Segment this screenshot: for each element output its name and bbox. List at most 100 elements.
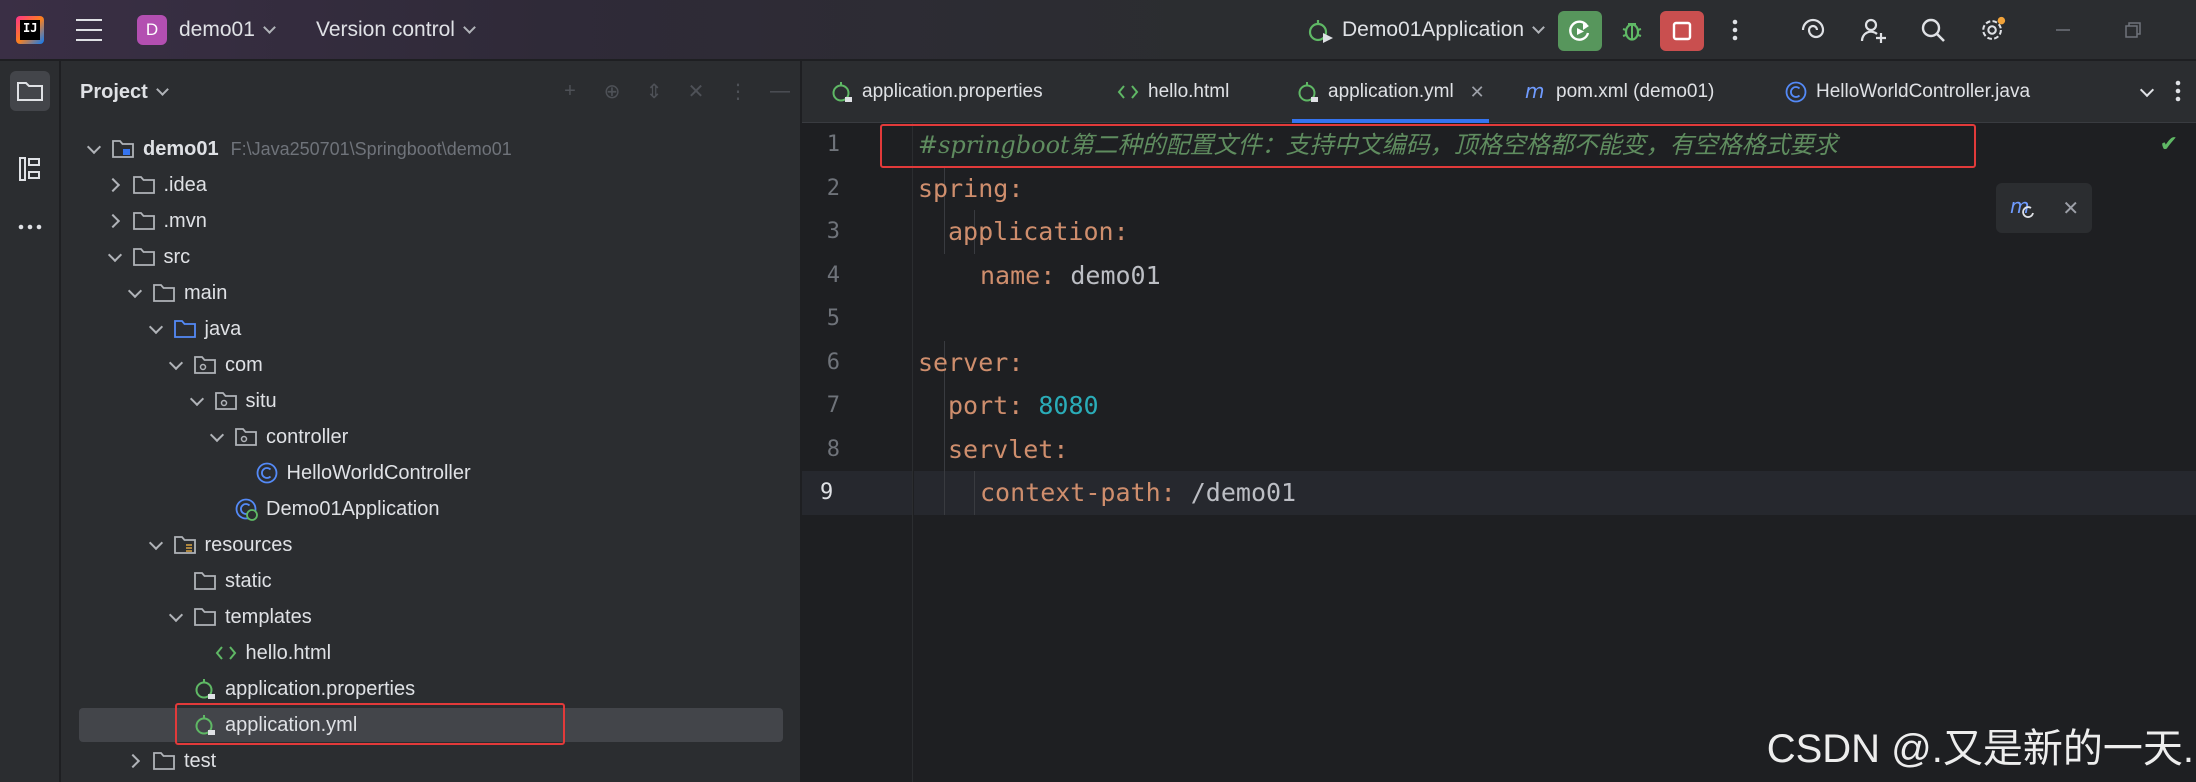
svg-text:m: m: [1525, 80, 1544, 103]
close-tab-icon[interactable]: ✕: [1470, 82, 1485, 103]
add-user-icon: [1860, 18, 1886, 43]
tree-item[interactable]: controller: [61, 419, 801, 455]
hide-icon[interactable]: —: [768, 79, 792, 103]
source-folder-icon: [173, 317, 197, 341]
module-path: F:\Java250701\Springboot\demo01: [230, 138, 512, 159]
project-name: demo01: [179, 18, 255, 41]
minimize-icon: [2056, 29, 2070, 31]
title-bar: IJ D demo01 Version control Demo01Applic…: [0, 0, 2196, 60]
chevron-down-icon[interactable]: [186, 390, 208, 412]
version-control-menu[interactable]: Version control: [316, 0, 476, 60]
close-icon[interactable]: ✕: [2062, 196, 2079, 221]
tree-item[interactable]: static: [61, 563, 801, 599]
more-actions-button[interactable]: [1721, 16, 1749, 44]
line-number-gutter: 123456789: [802, 123, 912, 782]
chevron-down-icon[interactable]: [2139, 82, 2155, 98]
tree-item[interactable]: situ: [61, 383, 801, 419]
line-number[interactable]: 8: [802, 428, 840, 472]
tree-item[interactable]: hello.html: [61, 635, 801, 671]
chevron-down-icon[interactable]: [104, 246, 126, 268]
package-icon: [193, 353, 217, 377]
chevron-down-icon[interactable]: [145, 534, 167, 556]
rerun-icon: [1569, 20, 1590, 41]
chevron-right-icon[interactable]: [124, 750, 146, 772]
folder-icon: [132, 209, 156, 233]
intellij-logo-icon[interactable]: IJ: [16, 16, 44, 44]
settings-button[interactable]: [1979, 16, 2007, 44]
editor-tab[interactable]: application.properties: [830, 61, 1043, 123]
chevron-down-icon[interactable]: [145, 318, 167, 340]
chevron-down-icon: [263, 21, 276, 34]
rerun-button[interactable]: [1558, 11, 1602, 51]
search-everywhere-button[interactable]: [1919, 16, 1947, 44]
chevron-down-icon[interactable]: [83, 138, 105, 160]
editor-tab[interactable]: hello.html: [1116, 61, 1229, 123]
chevron-down-icon[interactable]: [165, 354, 187, 376]
tree-item[interactable]: Demo01Application: [61, 491, 801, 527]
line-number[interactable]: 7: [802, 384, 840, 428]
highlight-box-comment: [880, 124, 1976, 168]
line-number[interactable]: 6: [802, 341, 840, 385]
line-number[interactable]: 2: [802, 167, 840, 211]
tree-item[interactable]: src: [61, 239, 801, 275]
tree-item-label: HelloWorldController: [286, 461, 471, 484]
stop-button[interactable]: [1660, 11, 1704, 51]
chevron-right-icon[interactable]: [104, 210, 126, 232]
chevron-down-icon[interactable]: [124, 282, 146, 304]
add-icon[interactable]: +: [558, 79, 582, 103]
expand-all-icon[interactable]: ⇕: [642, 79, 666, 103]
run-configuration-selector[interactable]: Demo01Application: [1306, 0, 1545, 60]
tree-item[interactable]: com: [61, 347, 801, 383]
spring-config-icon: [193, 677, 217, 701]
line-number[interactable]: 3: [802, 210, 840, 254]
more-tools-button[interactable]: [10, 207, 50, 247]
line-number[interactable]: 4: [802, 254, 840, 298]
tree-item-label: situ: [245, 389, 277, 412]
line-number[interactable]: 1: [802, 123, 840, 167]
folder-icon: [132, 245, 156, 269]
tree-item[interactable]: demo01 F:\Java250701\Springboot\demo01: [61, 131, 801, 167]
minimize-window-button[interactable]: [2049, 16, 2077, 44]
tree-item[interactable]: .mvn: [61, 203, 801, 239]
structure-tool-button[interactable]: [10, 149, 50, 189]
tree-item[interactable]: java: [61, 311, 801, 347]
code-line-3: application:: [948, 217, 1129, 246]
tree-item[interactable]: templates: [61, 599, 801, 635]
spring-config-icon: [830, 80, 854, 104]
tree-item-label: com: [225, 353, 263, 376]
project-panel-title: Project: [80, 80, 148, 103]
ai-assistant-button[interactable]: [1799, 16, 1827, 44]
collapse-all-icon[interactable]: ✕: [684, 79, 708, 103]
debug-button[interactable]: [1618, 16, 1646, 44]
code-line-4: name: demo01: [980, 260, 1161, 290]
tree-item[interactable]: application.properties: [61, 671, 801, 707]
add-user-button[interactable]: [1859, 16, 1887, 44]
project-tool-button[interactable]: [10, 71, 50, 111]
chevron-down-icon[interactable]: [206, 426, 228, 448]
tree-item[interactable]: main: [61, 275, 801, 311]
restore-icon: [2125, 22, 2141, 38]
restore-window-button[interactable]: [2119, 16, 2147, 44]
tab-label: HelloWorldController.java: [1816, 81, 2031, 102]
editor-tab[interactable]: HelloWorldController.java: [1784, 61, 2030, 123]
line-number[interactable]: 9: [802, 471, 912, 515]
main-menu-icon[interactable]: [76, 19, 102, 41]
project-switcher[interactable]: D demo01: [137, 0, 276, 60]
chevron-down-icon: [155, 83, 169, 96]
html-icon: [214, 641, 238, 665]
tree-item[interactable]: HelloWorldController: [61, 455, 801, 491]
line-number[interactable]: 5: [802, 297, 840, 341]
chevron-down-icon[interactable]: [165, 606, 187, 628]
tree-item[interactable]: .idea: [61, 167, 801, 203]
options-icon[interactable]: ⋮: [726, 79, 750, 103]
locate-icon[interactable]: ⊕: [600, 79, 624, 103]
editor-tab[interactable]: m pom.xml (demo01): [1524, 61, 1714, 123]
chevron-right-icon[interactable]: [104, 174, 126, 196]
tree-item[interactable]: test: [61, 743, 801, 779]
more-vertical-icon[interactable]: [2174, 79, 2182, 103]
no-problems-check-icon[interactable]: ✔: [2160, 131, 2178, 157]
resources-folder-icon: [173, 533, 197, 557]
editor-tab[interactable]: application.yml ✕: [1292, 61, 1489, 123]
maven-reload-icon[interactable]: m: [2009, 195, 2037, 221]
tree-item[interactable]: resources: [61, 527, 801, 563]
